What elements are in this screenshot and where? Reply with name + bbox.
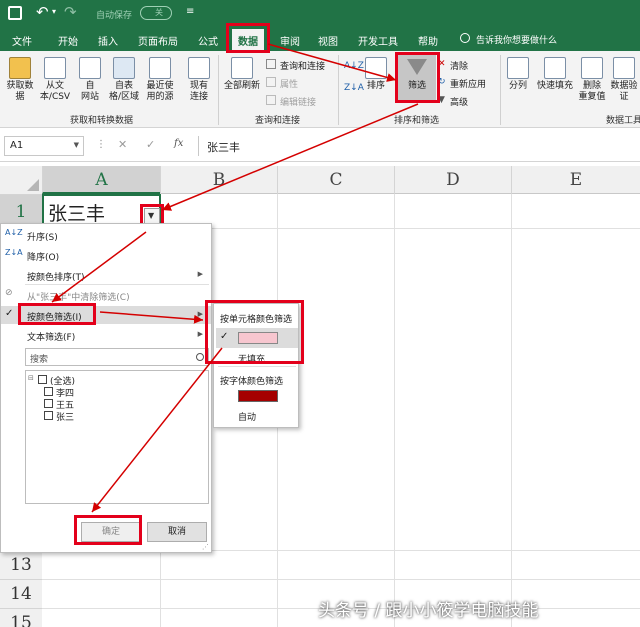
arrow-submenu-to-ok: [91, 347, 223, 513]
watermark: 头条号 / 跟小小筱学电脑技能: [318, 601, 539, 621]
arrow-cell-to-menu: [51, 231, 147, 303]
arrow-data-to-filter: [267, 43, 397, 82]
arrow-filter-to-cell: [161, 103, 419, 211]
annotation-arrows: [51, 43, 419, 513]
arrow-menu-to-submenu: [99, 311, 204, 324]
